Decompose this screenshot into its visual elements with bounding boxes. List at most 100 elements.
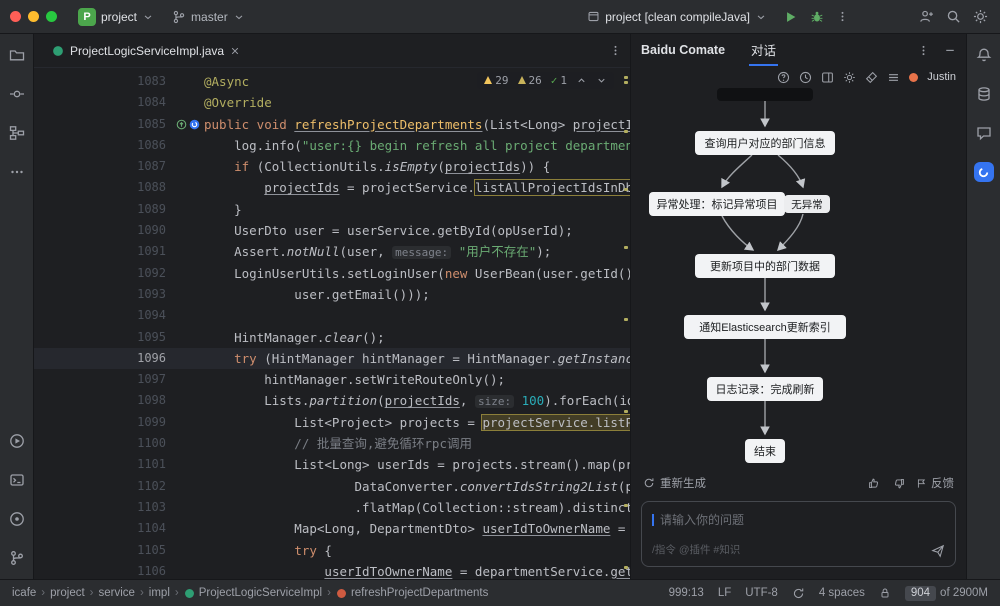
play-icon: [787, 11, 796, 22]
run-button[interactable]: [784, 10, 798, 24]
lock-icon[interactable]: [879, 587, 891, 599]
minimize-icon[interactable]: [944, 44, 956, 56]
error-stripe[interactable]: [622, 68, 630, 579]
editor-tab-bar: ProjectLogicServiceImpl.java: [34, 34, 630, 68]
code-line[interactable]: 1092 LoginUserUtils.setLoginUser(new Use…: [34, 263, 630, 284]
commit-toolwindow-button[interactable]: [5, 82, 29, 106]
code-line[interactable]: 1103 .flatMap(Collection::stream).distin…: [34, 497, 630, 518]
run-toolwindow-button[interactable]: [5, 429, 29, 453]
layout-icon[interactable]: [821, 71, 834, 84]
code-line[interactable]: 1088 projectIds = projectService.listAll…: [34, 177, 630, 198]
right-tool-strip: [966, 34, 1000, 579]
history-icon[interactable]: [799, 71, 812, 84]
database-toolwindow-button[interactable]: [972, 82, 996, 106]
code-line[interactable]: 1087 if (CollectionUtils.isEmpty(project…: [34, 156, 630, 177]
prev-problem-button[interactable]: [576, 75, 587, 86]
code-editor[interactable]: 1083 @Async 1084 @Override 1085 public void r…: [34, 68, 630, 579]
code-lines: 1083 @Async 1084 @Override 1085 public void r…: [34, 71, 630, 579]
close-icon[interactable]: [230, 46, 240, 56]
code-line[interactable]: 1091 Assert.notNull(user, message: "用户不存…: [34, 241, 630, 262]
code-line[interactable]: 1102 DataConverter.convertIdsString2List…: [34, 476, 630, 497]
git-toolwindow-button[interactable]: [5, 546, 29, 570]
editor-tab[interactable]: ProjectLogicServiceImpl.java: [42, 34, 250, 67]
more-actions-button[interactable]: [836, 10, 849, 23]
code-line[interactable]: 1105 try {: [34, 540, 630, 561]
terminal-toolwindow-button[interactable]: [5, 468, 29, 492]
notifications-button[interactable]: [972, 43, 996, 67]
weak-warnings-count: 26: [517, 74, 542, 87]
code-line[interactable]: 1104 Map<Long, DepartmentDto> userIdToOw…: [34, 518, 630, 539]
project-toolwindow-button[interactable]: [5, 43, 29, 67]
check-icon: ✓: [550, 74, 558, 87]
code-with-me-button[interactable]: [919, 9, 934, 24]
code-line[interactable]: 1098 Lists.partition(projectIds, size: 1…: [34, 390, 630, 411]
code-line[interactable]: 1097 hintManager.setWriteRouteOnly();: [34, 369, 630, 390]
tab-chat[interactable]: 对话: [749, 34, 779, 66]
project-selector[interactable]: P project: [73, 5, 159, 29]
code-line[interactable]: 1094: [34, 305, 630, 326]
line-separator[interactable]: LF: [718, 587, 731, 599]
memory-used: 904: [904, 585, 937, 601]
close-window-button[interactable]: [10, 11, 21, 22]
code-line[interactable]: 1089 }: [34, 199, 630, 220]
menu-icon[interactable]: [887, 71, 900, 84]
services-toolwindow-button[interactable]: [5, 507, 29, 531]
vcs-branch-selector[interactable]: master: [167, 7, 250, 27]
search-everywhere-button[interactable]: [946, 9, 961, 24]
code-line[interactable]: 1086 log.info("user:{} begin refresh all…: [34, 135, 630, 156]
flow-node: 结束: [745, 439, 785, 463]
zoom-window-button[interactable]: [46, 11, 57, 22]
structure-toolwindow-button[interactable]: [5, 121, 29, 145]
debug-button[interactable]: [810, 10, 824, 24]
chat-input[interactable]: 请输入你的问题 /指令 @插件 #知识: [641, 501, 956, 567]
settings-button[interactable]: [973, 9, 988, 24]
indent-setting[interactable]: 4 spaces: [819, 587, 865, 599]
breadcrumb-module[interactable]: icafe: [12, 587, 36, 599]
kebab-icon: [614, 45, 617, 56]
ai-chat-toolwindow-button[interactable]: [972, 121, 996, 145]
kebab-icon[interactable]: [917, 44, 930, 57]
thumbs-up-icon[interactable]: [868, 477, 881, 490]
code-line[interactable]: 1084 @Override: [34, 92, 630, 113]
code-line[interactable]: 1093 user.getEmail()));: [34, 284, 630, 305]
code-line[interactable]: 1095 HintManager.clear();: [34, 327, 630, 348]
project-logo-icon: P: [78, 7, 96, 26]
chevron-down-icon: [235, 14, 243, 19]
clear-icon[interactable]: [865, 71, 878, 84]
inspections-widget[interactable]: 29 26 ✓ 1: [477, 72, 614, 89]
file-encoding[interactable]: UTF-8: [745, 587, 778, 599]
breadcrumb-package-3[interactable]: impl: [149, 587, 170, 599]
breadcrumb-package-2[interactable]: service: [99, 587, 135, 599]
more-toolwindows-button[interactable]: [5, 160, 29, 184]
feedback-button[interactable]: 反馈: [916, 475, 954, 491]
code-line[interactable]: 1099 List<Project> projects = projectSer…: [34, 412, 630, 433]
code-line[interactable]: 1100 // 批量查询,避免循环rpc调用: [34, 433, 630, 454]
help-icon[interactable]: [777, 71, 790, 84]
thumbs-down-icon[interactable]: [892, 477, 905, 490]
code-line[interactable]: 1101 List<Long> userIds = projects.strea…: [34, 454, 630, 475]
code-line[interactable]: 1096 try (HintManager hintManager = Hint…: [34, 347, 630, 370]
sync-icon[interactable]: [792, 587, 805, 600]
breadcrumb-method[interactable]: refreshProjectDepartments: [336, 587, 488, 599]
send-button[interactable]: [931, 544, 945, 558]
comate-marker-icon[interactable]: [189, 119, 200, 130]
comate-toolwindow-button[interactable]: [972, 160, 996, 184]
breadcrumb-package-1[interactable]: project: [50, 587, 85, 599]
tab-options-button[interactable]: [609, 44, 622, 57]
code-line[interactable]: 1090 UserDto user = userService.getById(…: [34, 220, 630, 241]
run-configuration-selector[interactable]: project [clean compileJava]: [582, 7, 772, 27]
settings-icon[interactable]: [843, 71, 856, 84]
breadcrumb-class[interactable]: ProjectLogicServiceImpl: [184, 587, 322, 599]
overrides-icon[interactable]: [176, 119, 187, 130]
minimize-window-button[interactable]: [28, 11, 39, 22]
code-line[interactable]: 1085 public void refreshProjectDepartment…: [34, 114, 630, 135]
bug-icon: [811, 11, 823, 22]
caret-position[interactable]: 999:13: [669, 587, 704, 599]
memory-indicator[interactable]: 904 of 2900M: [904, 585, 988, 601]
flow-node: 通知Elasticsearch更新索引: [684, 315, 846, 339]
regenerate-button[interactable]: 重新生成: [643, 475, 706, 491]
next-problem-button[interactable]: [596, 75, 607, 86]
code-line[interactable]: 1106 userIdToOwnerName = departmentServi…: [34, 561, 630, 579]
terminal-icon: [9, 474, 24, 486]
chevron-down-icon: [757, 14, 765, 19]
